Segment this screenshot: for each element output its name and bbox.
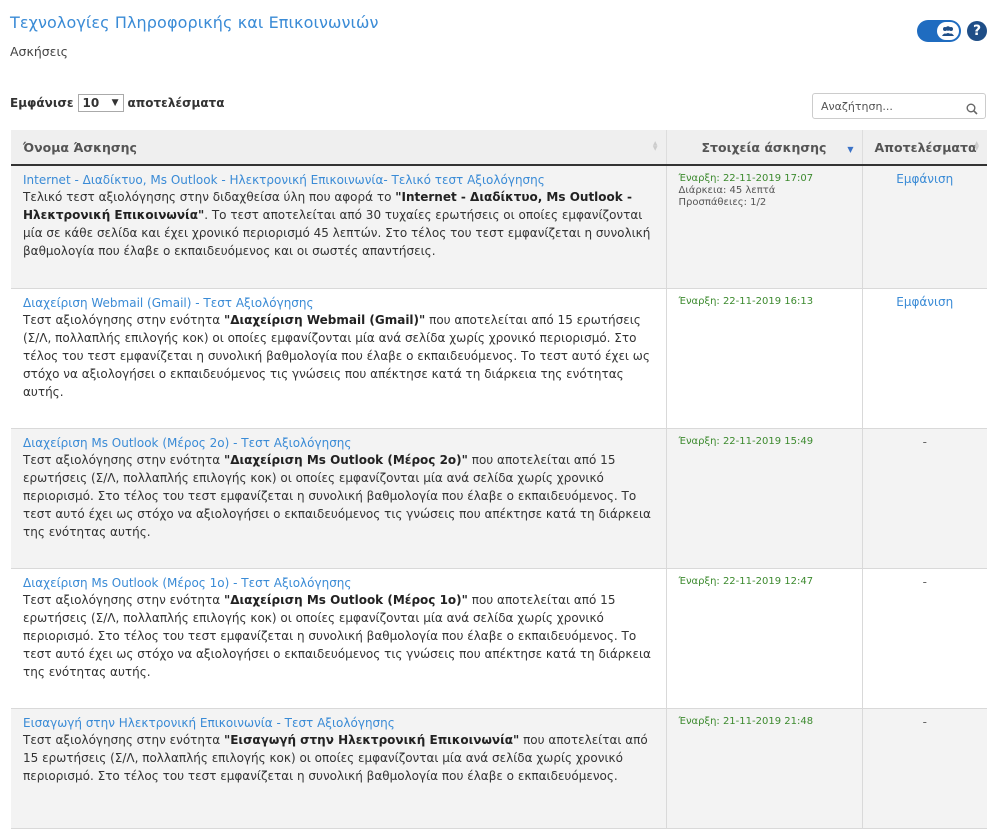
exercises-table: Όνομα Άσκησης ▲ ▼ Στοιχεία άσκησης ▼ Αποτ… xyxy=(11,130,987,829)
results-empty: - xyxy=(922,574,927,589)
results-cell: Εμφάνιση xyxy=(862,288,987,429)
caret-down-icon: ▼ xyxy=(111,98,119,108)
question-circle-icon[interactable]: ? xyxy=(967,21,987,41)
exercise-details-cell: Έναρξη: 22-11-2019 16:13 xyxy=(666,288,863,429)
users-icon xyxy=(937,22,959,40)
exercise-details-cell: Έναρξη: 21-11-2019 21:48 xyxy=(666,708,863,829)
column-header-results[interactable]: Αποτελέσματα ▲ ▼ xyxy=(862,130,987,166)
exercise-title-link[interactable]: Διαχείριση Webmail (Gmail) - Τεστ Αξιολό… xyxy=(23,295,654,311)
results-cell: - xyxy=(862,708,987,829)
exercise-details-cell: Έναρξη: 22-11-2019 17:07 Διάρκεια: 45 λε… xyxy=(666,165,863,289)
search-input[interactable] xyxy=(821,98,961,114)
page-size-value: 10 xyxy=(82,96,100,110)
exercise-cell: Διαχείριση Ms Outlook (Μέρος 2ο) - Τεστ … xyxy=(11,428,667,569)
page-subtitle: Ασκήσεις xyxy=(10,44,69,59)
start-date: Έναρξη: 22-11-2019 16:13 xyxy=(678,295,814,307)
exercise-details-cell: Έναρξη: 22-11-2019 15:49 xyxy=(666,428,863,569)
exercise-description: Τελικό τεστ αξιολόγησης στην διδαχθείσα … xyxy=(23,190,651,258)
exercise-title-link[interactable]: Διαχείριση Ms Outlook (Μέρος 2ο) - Τεστ … xyxy=(23,435,654,451)
exercise-details-cell: Έναρξη: 22-11-2019 12:47 xyxy=(666,568,863,709)
exercise-cell: Διαχείριση Webmail (Gmail) - Τεστ Αξιολό… xyxy=(11,288,667,429)
results-empty: - xyxy=(922,714,927,729)
column-header-details[interactable]: Στοιχεία άσκησης ▼ xyxy=(666,130,863,166)
course-title: Τεχνολογίες Πληροφορικής και Επικοινωνιώ… xyxy=(10,13,379,32)
start-date: Έναρξη: 22-11-2019 15:49 xyxy=(678,435,814,447)
exercise-description: Τεστ αξιολόγησης στην ενότητα "Διαχείρισ… xyxy=(23,452,651,539)
results-cell: Εμφάνιση xyxy=(862,165,987,289)
exercise-cell: Εισαγωγή στην Ηλεκτρονική Επικοινωνία - … xyxy=(11,708,667,829)
attempts: Προσπάθειες: 1/2 xyxy=(678,197,767,208)
exercise-description: Τεστ αξιολόγησης στην ενότητα "Διαχείρισ… xyxy=(23,312,650,399)
view-results-link[interactable]: Εμφάνιση xyxy=(875,172,976,186)
column-header-results-label: Αποτελέσματα xyxy=(874,139,977,155)
table-row: Εισαγωγή στην Ηλεκτρονική Επικοινωνία - … xyxy=(11,708,987,829)
start-date: Έναρξη: 21-11-2019 21:48 xyxy=(678,715,814,727)
show-label: Εμφάνισε xyxy=(10,96,74,110)
column-header-details-label: Στοιχεία άσκησης xyxy=(701,139,827,155)
results-cell: - xyxy=(862,568,987,709)
exercise-description: Τεστ αξιολόγησης στην ενότητα "Διαχείρισ… xyxy=(23,592,651,679)
exercise-cell: Διαχείριση Ms Outlook (Μέρος 1ο) - Τεστ … xyxy=(11,568,667,709)
start-date: Έναρξη: 22-11-2019 17:07 xyxy=(678,173,814,184)
table-row: Διαχείριση Webmail (Gmail) - Τεστ Αξιολό… xyxy=(11,288,987,429)
table-row: Διαχείριση Ms Outlook (Μέρος 1ο) - Τεστ … xyxy=(11,568,987,709)
sort-desc-icon: ▼ xyxy=(847,145,854,154)
exercise-title-link[interactable]: Internet - Διαδίκτυο, Ms Outlook - Ηλεκτ… xyxy=(23,172,654,188)
sort-icon: ▲ ▼ xyxy=(974,140,979,152)
results-label: αποτελέσματα xyxy=(127,96,225,110)
sort-icon: ▲ ▼ xyxy=(652,140,658,152)
column-header-name[interactable]: Όνομα Άσκησης ▲ ▼ xyxy=(11,130,667,166)
duration: Διάρκεια: 45 λεπτά xyxy=(678,185,776,196)
exercise-title-link[interactable]: Εισαγωγή στην Ηλεκτρονική Επικοινωνία - … xyxy=(23,715,654,731)
search-icon[interactable] xyxy=(966,100,978,119)
results-empty: - xyxy=(922,434,927,449)
table-row: Διαχείριση Ms Outlook (Μέρος 2ο) - Τεστ … xyxy=(11,428,987,569)
view-results-link[interactable]: Εμφάνιση xyxy=(875,295,976,309)
search-box[interactable] xyxy=(812,93,986,119)
exercise-description: Τεστ αξιολόγησης στην ενότητα "Εισαγωγή … xyxy=(23,732,648,783)
start-date: Έναρξη: 22-11-2019 12:47 xyxy=(678,575,814,587)
exercise-cell: Internet - Διαδίκτυο, Ms Outlook - Ηλεκτ… xyxy=(11,165,667,289)
table-row: Internet - Διαδίκτυο, Ms Outlook - Ηλεκτ… xyxy=(11,165,987,289)
view-toggle[interactable] xyxy=(917,20,961,42)
exercise-title-link[interactable]: Διαχείριση Ms Outlook (Μέρος 1ο) - Τεστ … xyxy=(23,575,654,591)
results-cell: - xyxy=(862,428,987,569)
page-size-select[interactable]: 10 ▼ xyxy=(77,94,124,112)
column-header-name-label: Όνομα Άσκησης xyxy=(23,139,137,155)
page-size-control: Εμφάνισε 10 ▼ αποτελέσματα xyxy=(10,94,224,112)
